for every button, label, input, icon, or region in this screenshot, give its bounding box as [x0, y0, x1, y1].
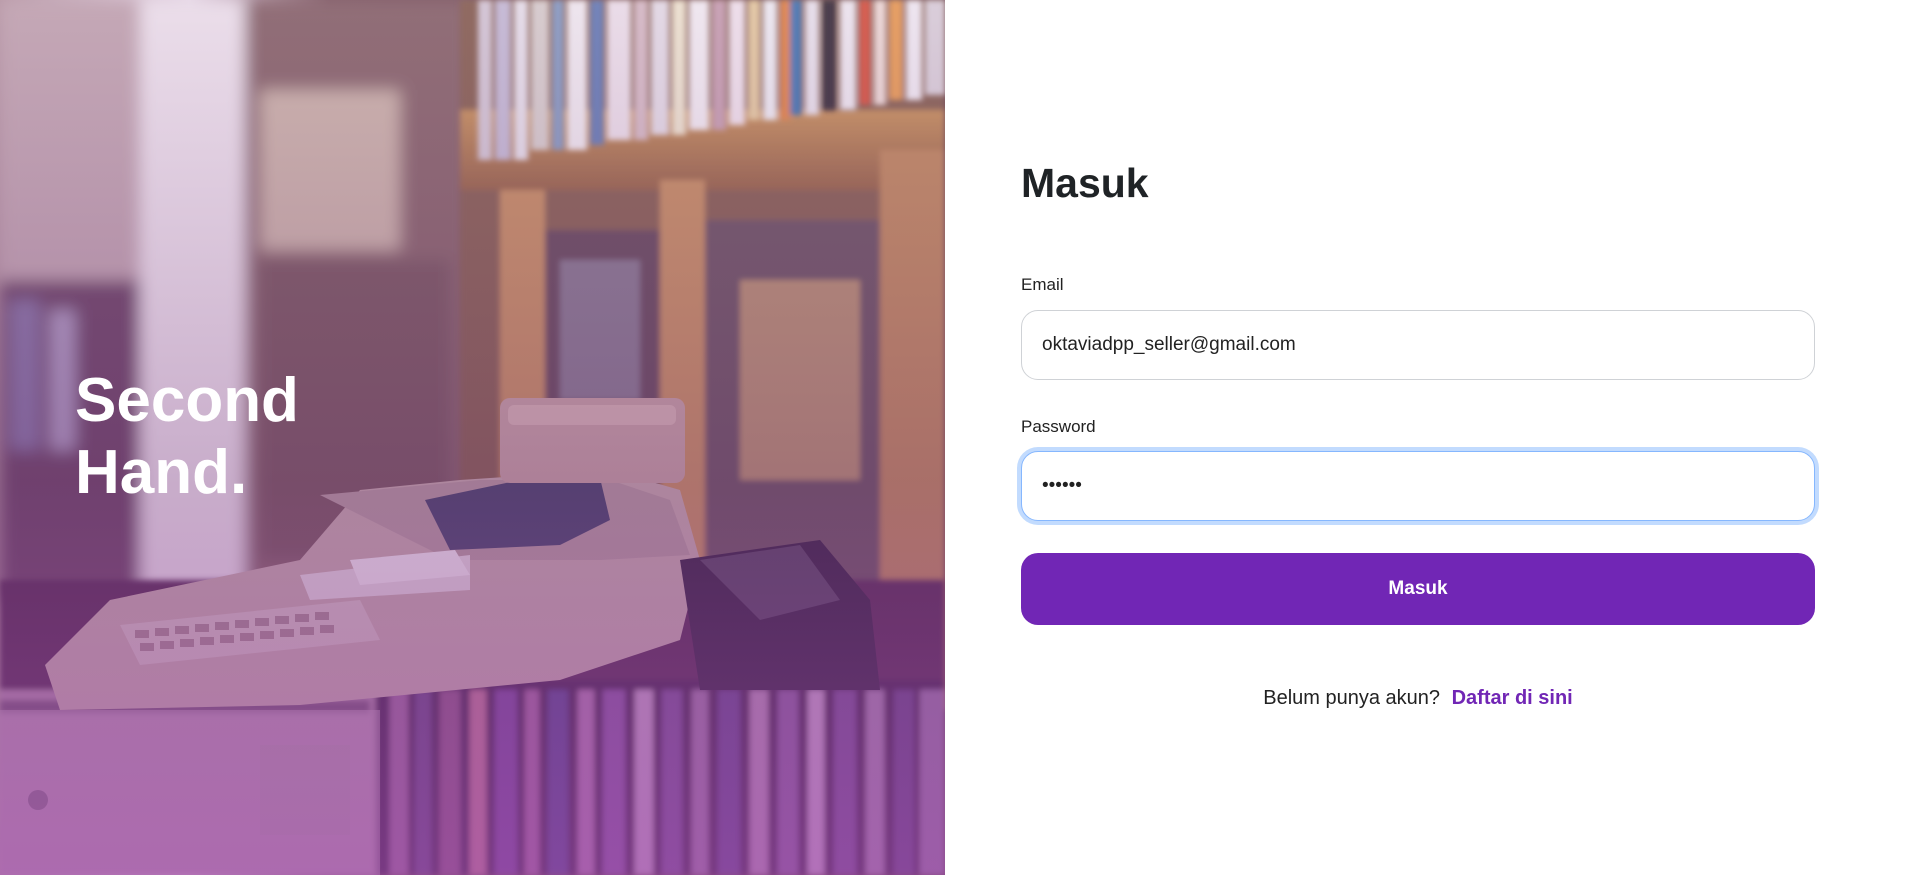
login-panel: Masuk Email Password Masuk Belum punya a… — [945, 0, 1920, 875]
login-page: Second Hand. Masuk Email Password Masuk … — [0, 0, 1920, 875]
password-label: Password — [1021, 417, 1096, 436]
brand-title-line2: Hand. — [75, 438, 248, 507]
password-field[interactable] — [1021, 451, 1815, 521]
brand-title: Second Hand. — [75, 365, 299, 509]
email-field[interactable] — [1021, 310, 1815, 380]
hero-image-panel: Second Hand. — [0, 0, 945, 875]
login-button[interactable]: Masuk — [1021, 553, 1815, 625]
brand-title-line1: Second — [75, 366, 299, 435]
email-label: Email — [1021, 275, 1064, 294]
signup-row: Belum punya akun? Daftar di sini — [1021, 687, 1815, 710]
signup-prompt: Belum punya akun? — [1263, 687, 1441, 709]
login-heading: Masuk — [1021, 160, 1149, 206]
signup-link[interactable]: Daftar di sini — [1452, 687, 1573, 709]
